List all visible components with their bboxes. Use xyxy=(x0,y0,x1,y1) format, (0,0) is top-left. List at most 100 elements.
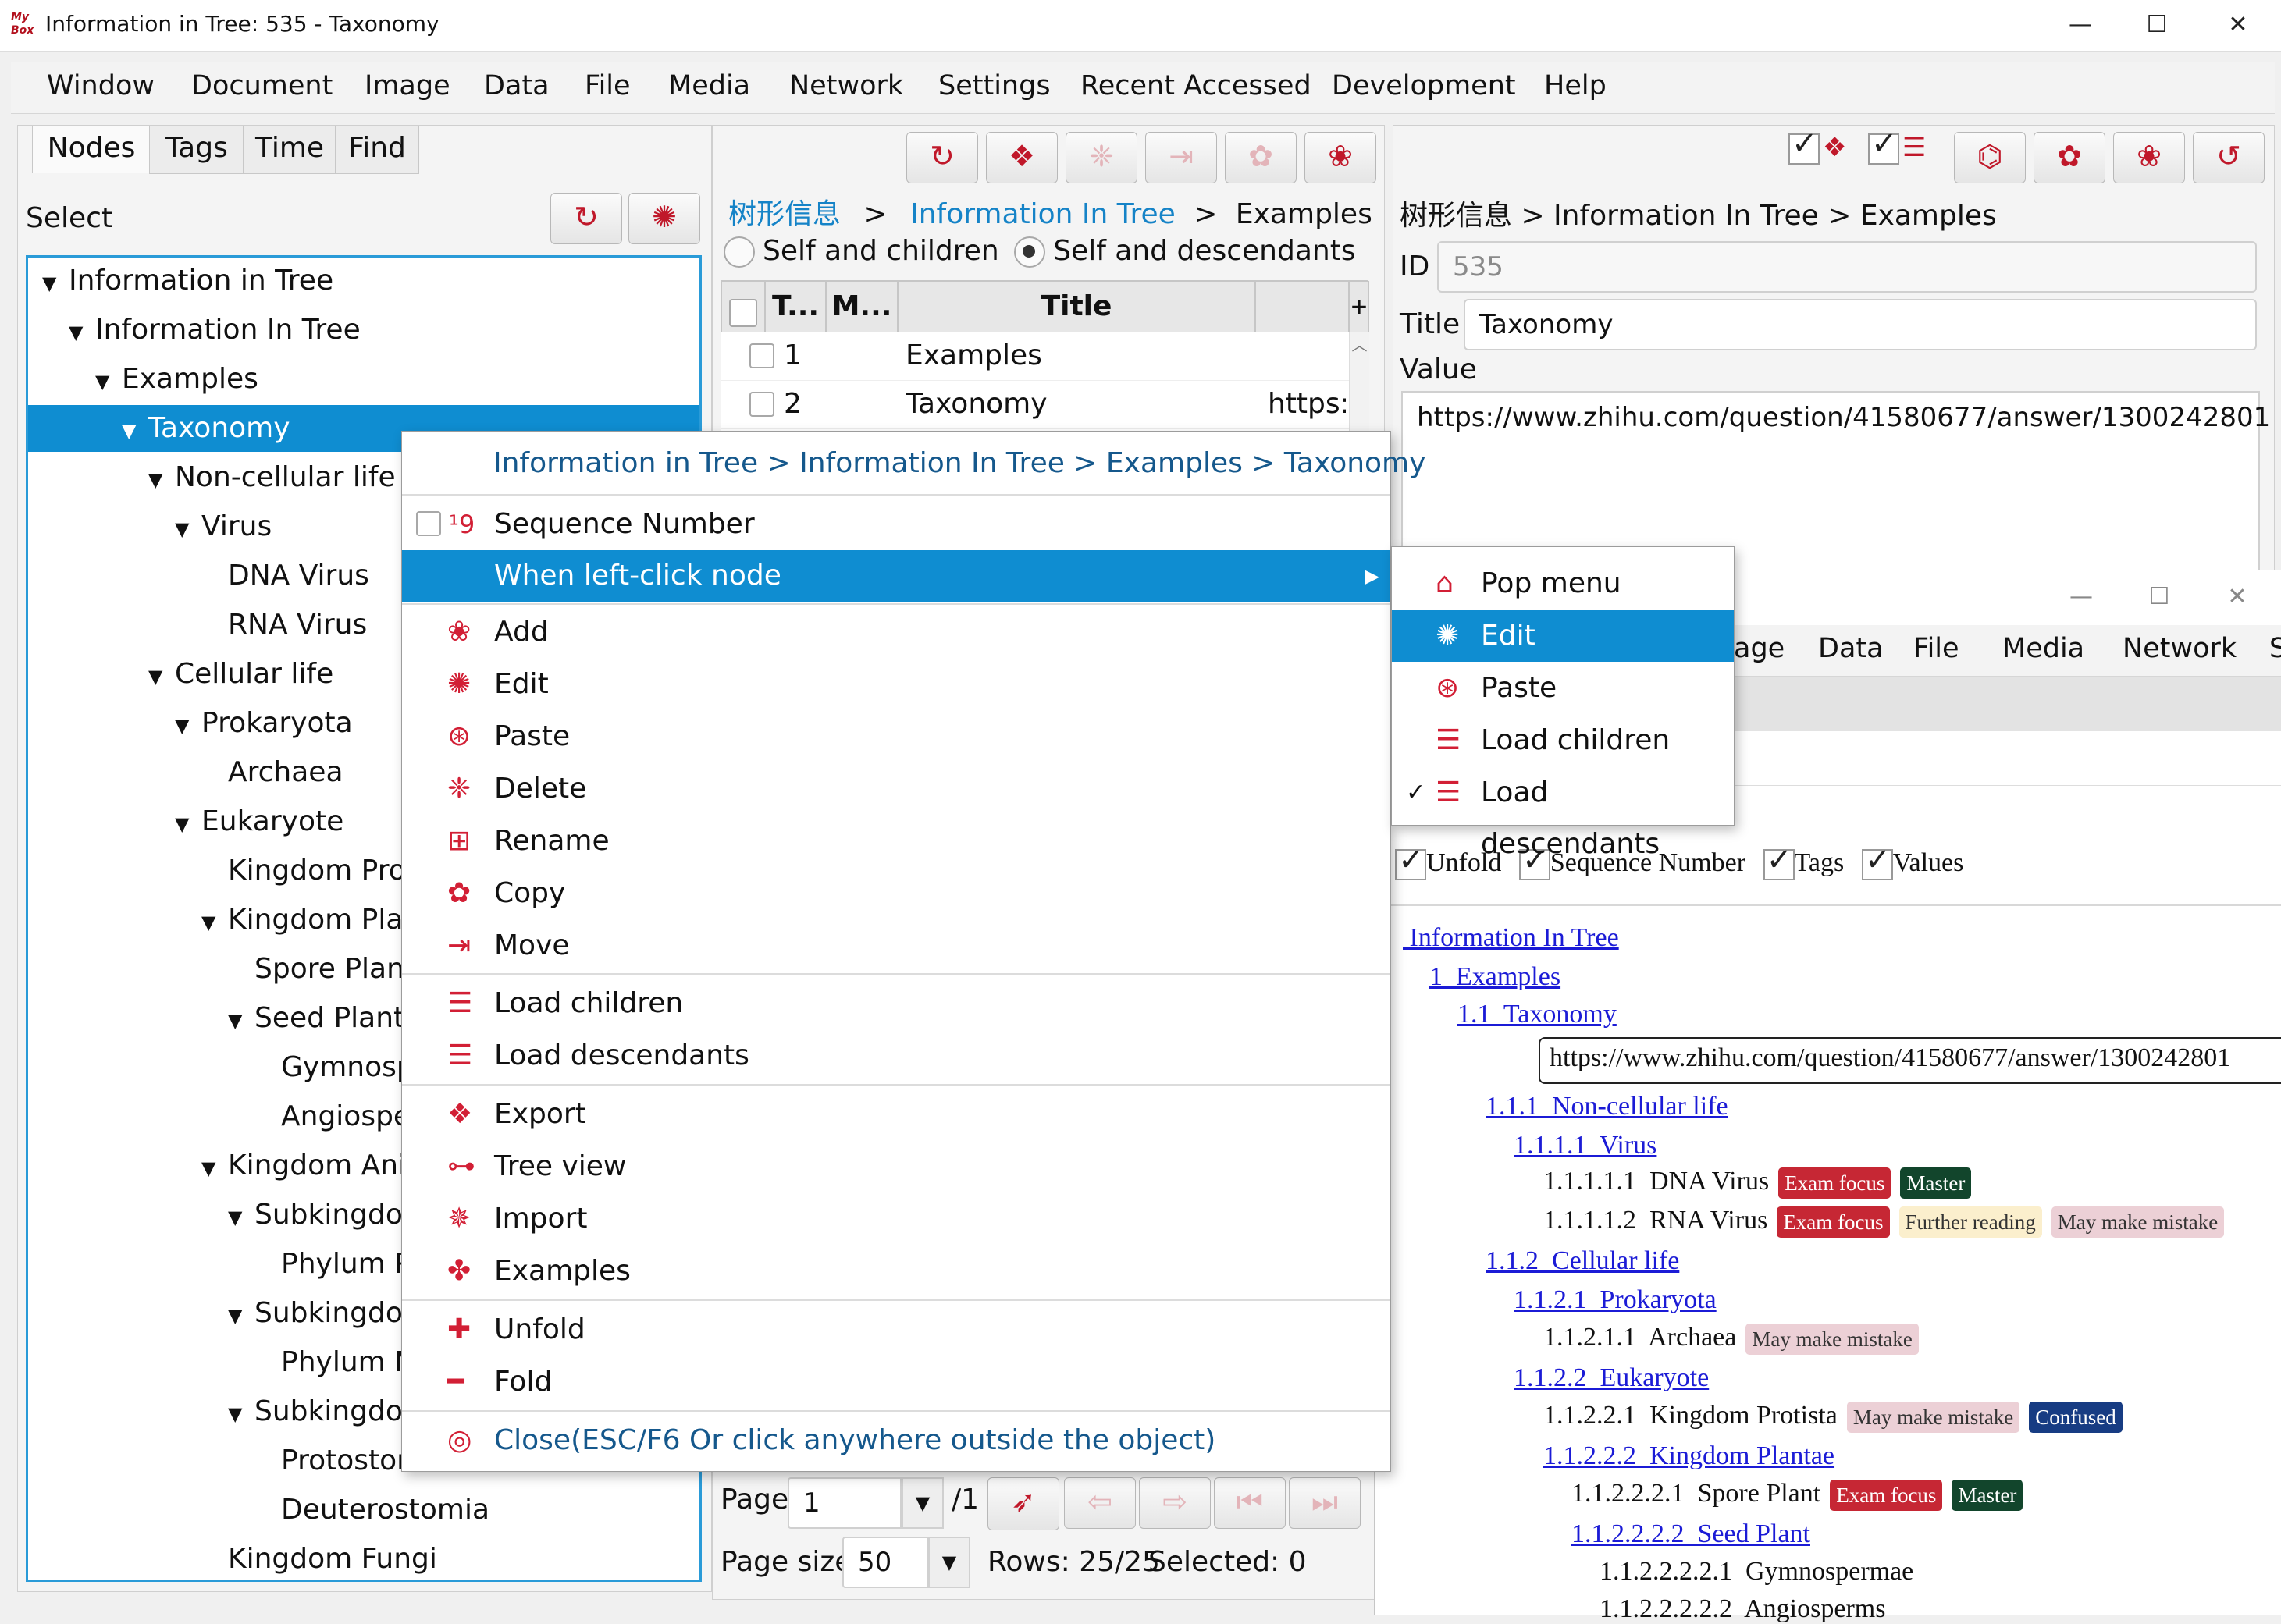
expand-triangle-icon[interactable]: ▼ xyxy=(228,997,254,1044)
menu-network[interactable]: Network xyxy=(2123,633,2237,664)
expand-triangle-icon[interactable]: ▼ xyxy=(42,260,69,307)
menu-item-rename[interactable]: ⊞ Rename xyxy=(402,816,1390,867)
copy-node-button[interactable]: ✿ xyxy=(2034,132,2105,183)
menu-item-add[interactable]: ❀ Add xyxy=(402,606,1390,658)
tree-node[interactable]: ▼ Kingdom Ani xyxy=(28,1142,406,1189)
menu-item-load-descendants[interactable]: ☰ Load descendants xyxy=(402,1030,1390,1082)
tree-node[interactable]: Angiospe xyxy=(28,1093,411,1140)
expand-triangle-icon[interactable]: ▼ xyxy=(228,1194,254,1241)
tree-node[interactable]: ▼ Information in Tree xyxy=(28,258,699,304)
refresh-button[interactable]: ↻ xyxy=(906,132,978,183)
tree-node[interactable]: Protostor xyxy=(28,1437,408,1484)
previous-page-button[interactable]: ⇦ xyxy=(1064,1477,1136,1529)
col-header-value[interactable] xyxy=(1255,281,1349,332)
delete-button[interactable]: ❈ xyxy=(1066,132,1137,183)
expand-triangle-icon[interactable]: ▼ xyxy=(175,702,201,749)
menu-document[interactable]: Document xyxy=(191,70,333,101)
checkbox-icon[interactable] xyxy=(1788,126,1820,165)
menu-file[interactable]: File xyxy=(1913,633,1959,664)
recover-button[interactable]: ↺ xyxy=(2193,132,2265,183)
tree-node[interactable]: Deuterostomia xyxy=(28,1487,489,1533)
menu-item-import[interactable]: ✵ Import xyxy=(402,1193,1390,1245)
tree-node[interactable]: DNA Virus xyxy=(28,553,369,599)
tree-node[interactable]: ▼ Eukaryote xyxy=(28,798,343,845)
tree-node[interactable]: ▼ Subkingdor xyxy=(28,1388,415,1435)
title-field[interactable]: Taxonomy xyxy=(1464,299,2257,350)
col-header-title[interactable]: Title xyxy=(898,281,1255,332)
menu-item-copy[interactable]: ✿ Copy xyxy=(402,868,1390,919)
submenu-item-paste[interactable]: ⊛ Paste xyxy=(1392,663,1734,714)
tree-node[interactable]: Kingdom Prot xyxy=(28,848,417,894)
expand-triangle-icon[interactable]: ▼ xyxy=(201,899,228,946)
tags-checkbox[interactable] xyxy=(1763,841,1795,881)
tree-html-node[interactable]: 1 Examples xyxy=(1429,962,1560,992)
close-icon[interactable]: ✕ xyxy=(2203,6,2273,44)
menu-item-when-left-click[interactable]: When left-click node ▶ xyxy=(402,550,1390,602)
edit-node-button[interactable]: ✺ xyxy=(628,193,700,244)
expand-triangle-icon[interactable]: ▼ xyxy=(175,506,201,553)
expand-triangle-icon[interactable]: ▼ xyxy=(201,1145,228,1192)
expand-triangle-icon[interactable]: ▼ xyxy=(228,1292,254,1339)
tree-node[interactable]: Phylum P xyxy=(28,1241,411,1288)
copy-button[interactable]: ✿ xyxy=(1225,132,1297,183)
menu-recent-accessed[interactable]: Recent Accessed xyxy=(1080,70,1311,101)
expand-triangle-icon[interactable]: ▼ xyxy=(95,358,122,405)
expand-triangle-icon[interactable]: ▼ xyxy=(69,309,95,356)
tree-node[interactable]: ▼ Non-cellular life xyxy=(28,454,396,501)
tree-html-node[interactable]: 1.1 Taxonomy xyxy=(1457,1000,1617,1029)
menu-help[interactable]: Help xyxy=(1544,70,1607,101)
tree-html-node[interactable]: 1.1.2.1 Prokaryota xyxy=(1514,1285,1717,1315)
row-checkbox[interactable] xyxy=(749,343,774,368)
page-size-input[interactable]: 50 xyxy=(842,1537,928,1588)
radio-self-children[interactable] xyxy=(724,236,755,268)
tree-html-node[interactable]: Information In Tree xyxy=(1403,923,1619,953)
menu-item-unfold[interactable]: ✚ Unfold xyxy=(402,1304,1390,1356)
menu-image[interactable]: age xyxy=(1734,633,1785,664)
add-column-button[interactable]: + xyxy=(1349,281,1369,332)
close-icon[interactable]: ✕ xyxy=(2202,578,2272,616)
col-header-mark[interactable]: M... xyxy=(826,281,898,332)
tree-node[interactable]: ▼ Subkingdor xyxy=(28,1290,415,1337)
menu-item-fold[interactable]: ━ Fold xyxy=(402,1356,1390,1408)
breadcrumb-link[interactable]: Information In Tree xyxy=(910,198,1176,230)
menu-data[interactable]: Data xyxy=(484,70,550,101)
submenu-item-pop-menu[interactable]: ⌂ Pop menu xyxy=(1392,558,1734,609)
next-page-button[interactable]: ⇨ xyxy=(1139,1477,1211,1529)
tree-node[interactable]: Spore Plant xyxy=(28,946,415,993)
tree-node[interactable]: ▼ Virus xyxy=(28,503,272,550)
expand-triangle-icon[interactable]: ▼ xyxy=(228,1391,254,1437)
tree-node[interactable]: ▼ Cellular life xyxy=(28,651,333,698)
menu-settings[interactable]: S xyxy=(2269,633,2281,664)
table-row[interactable]: 2 Taxonomy https:/ xyxy=(721,381,1349,429)
select-all-checkbox[interactable] xyxy=(729,299,757,327)
row-checkbox[interactable] xyxy=(749,392,774,417)
first-page-button[interactable]: ⏮ xyxy=(1214,1477,1286,1529)
page-input[interactable]: 1 xyxy=(788,1477,902,1529)
copy-button[interactable]: ⌬ xyxy=(1954,132,2026,183)
menu-item-export[interactable]: ❖ Export xyxy=(402,1089,1390,1140)
tree-node[interactable]: ▼ Seed Plant xyxy=(28,995,404,1042)
tree-node[interactable]: RNA Virus xyxy=(28,602,367,649)
values-checkbox[interactable] xyxy=(1861,841,1893,881)
tree-html-node[interactable]: 1.1.2.2.2.2 Seed Plant xyxy=(1571,1519,1810,1549)
menu-item-load-children[interactable]: ☰ Load children xyxy=(402,978,1390,1029)
move-button[interactable]: ⇥ xyxy=(1145,132,1217,183)
tree-node[interactable]: ▼ Subkingdor xyxy=(28,1192,415,1238)
expand-triangle-icon[interactable]: ▼ xyxy=(175,801,201,848)
menu-item-move[interactable]: ⇥ Move xyxy=(402,920,1390,972)
menu-media[interactable]: Media xyxy=(668,70,750,101)
menu-item-examples[interactable]: ✤ Examples xyxy=(402,1246,1390,1297)
maximize-icon[interactable]: ☐ xyxy=(2124,578,2194,616)
menu-settings[interactable]: Settings xyxy=(938,70,1051,101)
menu-window[interactable]: Window xyxy=(47,70,155,101)
tree-node[interactable]: ▼ Information In Tree xyxy=(28,307,699,354)
maximize-icon[interactable]: ☐ xyxy=(2122,6,2192,44)
table-row[interactable]: 1 Examples xyxy=(721,332,1349,381)
lines-toggle[interactable]: ☰ xyxy=(1868,126,1946,182)
submenu-item-load-descendants[interactable]: ✓ ☰ Load descendants xyxy=(1392,767,1734,860)
col-header-type[interactable]: T... xyxy=(765,281,826,332)
tree-html-node[interactable]: 1.1.2 Cellular life xyxy=(1486,1246,1679,1276)
tab-nodes[interactable]: Nodes xyxy=(32,126,151,173)
tree-html-node[interactable]: 1.1.1.1 Virus xyxy=(1514,1131,1656,1160)
tree-node[interactable]: ▼ Kingdom Plar xyxy=(28,897,415,943)
